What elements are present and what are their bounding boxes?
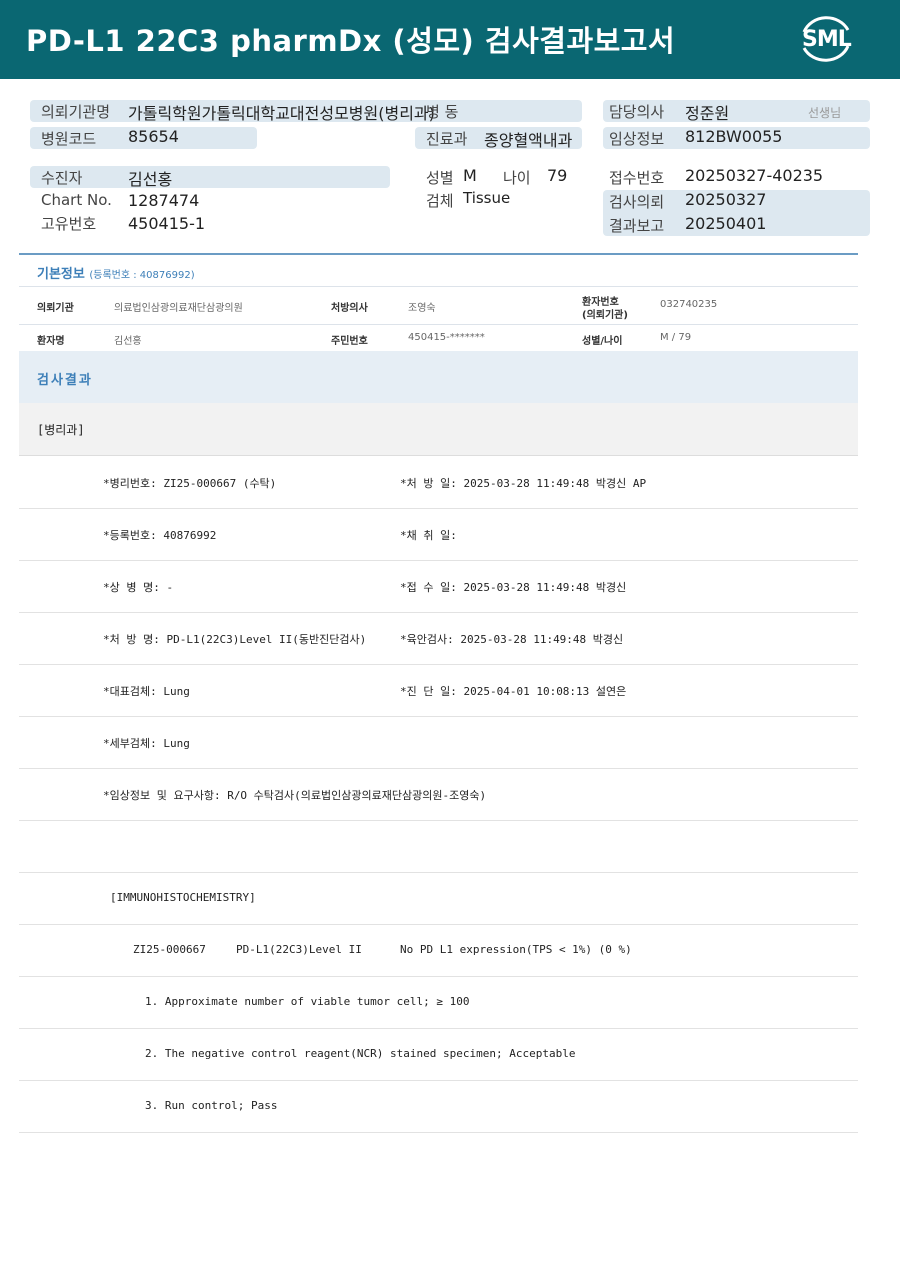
institution-value: 가톨릭학원가톨릭대학교대전성모병원(병리과) bbox=[128, 104, 435, 123]
clinical-value: 812BW0055 bbox=[685, 127, 783, 146]
result-row-left: *등록번호: 40876992 bbox=[103, 529, 217, 542]
ihc-item-row: 2. The negative control reagent(NCR) sta… bbox=[19, 1028, 858, 1081]
ihc-header: [IMMUNOHISTOCHEMISTRY] bbox=[110, 891, 256, 904]
result-row: *임상정보 및 요구사항: R/O 수탁검사(의료법인삼광의료재단삼광의원-조영… bbox=[19, 768, 858, 821]
receipt-label: 접수번호 bbox=[609, 169, 665, 187]
patient-value: 김선홍 bbox=[128, 170, 173, 189]
specimen-label: 검체 bbox=[426, 192, 454, 210]
basic-divider bbox=[19, 286, 858, 287]
ihc-item: 2. The negative control reagent(NCR) sta… bbox=[145, 1047, 576, 1060]
chart-label: Chart No. bbox=[41, 191, 112, 209]
basic-sexage-value: M / 79 bbox=[660, 332, 692, 343]
basic-name-value: 김선홍 bbox=[114, 336, 142, 347]
result-row-right: *육안검사: 2025-03-28 11:49:48 박경신 bbox=[400, 633, 624, 646]
clinical-label: 임상정보 bbox=[609, 130, 665, 148]
result-row-left: *상 병 명: - bbox=[103, 581, 174, 594]
result-title: 검사결과 bbox=[37, 373, 93, 388]
result-row-right: *채 취 일: bbox=[400, 529, 457, 542]
patient-label: 수진자 bbox=[41, 169, 83, 187]
report-title: PD-L1 22C3 pharmDx (성모) 검사결과보고서 bbox=[26, 24, 676, 58]
ihc-item: 1. Approximate number of viable tumor ce… bbox=[145, 995, 470, 1008]
ihc-header-row: [IMMUNOHISTOCHEMISTRY] bbox=[19, 872, 858, 925]
ihc-test: PD-L1(22C3)Level II bbox=[236, 943, 362, 956]
request-label: 검사의뢰 bbox=[609, 193, 665, 211]
basic-patno-value: 032740235 bbox=[660, 299, 718, 310]
department-bar: [병리과] bbox=[19, 403, 858, 456]
result-row: *상 병 명: - *접 수 일: 2025-03-28 11:49:48 박경… bbox=[19, 560, 858, 613]
basic-prescriber-value: 조영숙 bbox=[408, 303, 436, 314]
result-row-right: *진 단 일: 2025-04-01 10:08:13 설연은 bbox=[400, 685, 627, 698]
result-row: *세부검체: Lung bbox=[19, 716, 858, 769]
logo-text: SML bbox=[802, 27, 852, 52]
basic-inst-label: 의뢰기관 bbox=[37, 303, 74, 314]
basic-info-regno: (등록번호 : 40876992) bbox=[89, 270, 195, 281]
sml-logo: SML bbox=[796, 12, 856, 66]
id-label: 고유번호 bbox=[41, 215, 97, 233]
basic-sexage-label: 성별/나이 bbox=[582, 336, 623, 347]
result-title-bar: 검사결과 bbox=[19, 351, 858, 404]
result-row: *등록번호: 40876992 *채 취 일: bbox=[19, 508, 858, 561]
result-row-left: *세부검체: Lung bbox=[103, 737, 190, 750]
ihc-item: 3. Run control; Pass bbox=[145, 1099, 278, 1112]
basic-info-title: 기본정보 (등록번호 : 40876992) bbox=[37, 263, 195, 282]
basic-rrn-label: 주민번호 bbox=[331, 336, 368, 347]
patient-pill bbox=[30, 166, 390, 188]
basic-rrn-value: 450415-******* bbox=[408, 332, 485, 343]
result-row: *대표검체: Lung *진 단 일: 2025-04-01 10:08:13 … bbox=[19, 664, 858, 717]
doctor-label: 담당의사 bbox=[609, 103, 665, 121]
basic-name-label: 환자명 bbox=[37, 336, 65, 347]
specimen-value: Tissue bbox=[463, 189, 511, 207]
department-label: [병리과] bbox=[37, 423, 85, 437]
result-row-left: *임상정보 및 요구사항: R/O 수탁검사(의료법인삼광의료재단삼광의원-조영… bbox=[103, 789, 487, 802]
chart-value: 1287474 bbox=[128, 191, 200, 210]
result-row-left: *대표검체: Lung bbox=[103, 685, 190, 698]
request-value: 20250327 bbox=[685, 190, 767, 209]
result-row-left: *처 방 명: PD-L1(22C3)Level II(동반진단검사) bbox=[103, 633, 367, 646]
basic-divider bbox=[19, 324, 858, 325]
sex-label: 성별 bbox=[426, 169, 454, 187]
doctor-suffix: 선생님 bbox=[808, 106, 842, 120]
dept-label: 진료과 bbox=[426, 130, 468, 148]
receipt-value: 20250327-40235 bbox=[685, 166, 824, 185]
institution-label: 의뢰기관명 bbox=[41, 103, 111, 121]
report-header: PD-L1 22C3 pharmDx (성모) 검사결과보고서 SML bbox=[0, 0, 900, 79]
result-row: *처 방 명: PD-L1(22C3)Level II(동반진단검사) *육안검… bbox=[19, 612, 858, 665]
basic-info-section: 기본정보 (등록번호 : 40876992) 의뢰기관 의료법인삼광의료재단삼광… bbox=[19, 253, 858, 354]
result-row-right: *접 수 일: 2025-03-28 11:49:48 박경신 bbox=[400, 581, 627, 594]
id-value: 450415-1 bbox=[128, 214, 206, 233]
basic-inst-value: 의료법인삼광의료재단삼광의원 bbox=[114, 303, 243, 314]
ihc-item-row: 1. Approximate number of viable tumor ce… bbox=[19, 976, 858, 1029]
ihc-item-row: 3. Run control; Pass bbox=[19, 1080, 858, 1133]
ihc-result: No PD L1 expression(TPS < 1%) (0 %) bbox=[400, 943, 632, 956]
dept-value: 종양혈액내과 bbox=[484, 131, 573, 150]
result-row-right: *처 방 일: 2025-03-28 11:49:48 박경신 AP bbox=[400, 477, 647, 490]
basic-patno-sublabel: (의뢰기관) bbox=[582, 310, 628, 321]
report-label: 결과보고 bbox=[609, 217, 665, 235]
ward-label: 병 동 bbox=[426, 103, 459, 121]
basic-prescriber-label: 처방의사 bbox=[331, 303, 368, 314]
age-label: 나이 bbox=[503, 169, 531, 187]
sex-value: M bbox=[463, 166, 477, 185]
basic-info-heading: 기본정보 bbox=[37, 267, 85, 282]
age-value: 79 bbox=[547, 166, 568, 185]
report-value: 20250401 bbox=[685, 214, 767, 233]
hospital-code-label: 병원코드 bbox=[41, 130, 97, 148]
hospital-code-value: 85654 bbox=[128, 127, 179, 146]
ihc-id: ZI25-000667 bbox=[133, 943, 206, 956]
doctor-value: 정준원 bbox=[685, 104, 730, 123]
result-row-left: *병리번호: ZI25-000667 (수탁) bbox=[103, 477, 277, 490]
blank-row bbox=[19, 820, 858, 873]
result-row: *병리번호: ZI25-000667 (수탁) *처 방 일: 2025-03-… bbox=[19, 456, 858, 509]
ihc-result-row: ZI25-000667 PD-L1(22C3)Level II No PD L1… bbox=[19, 924, 858, 977]
